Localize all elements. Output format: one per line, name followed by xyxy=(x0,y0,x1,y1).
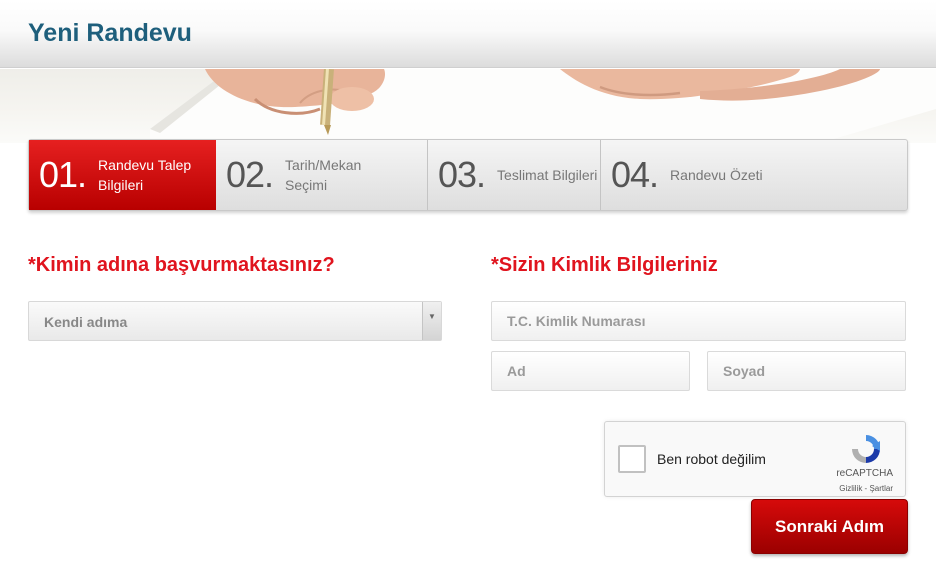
tc-number-input[interactable] xyxy=(491,301,906,341)
step-2[interactable]: 02. Tarih/Mekan Seçimi xyxy=(216,140,428,210)
applicant-heading: *Kimin adına başvurmaktasınız? xyxy=(28,254,335,276)
recaptcha-icon xyxy=(852,435,880,463)
step-3[interactable]: 03. Teslimat Bilgileri xyxy=(428,140,601,210)
step-number: 01. xyxy=(39,154,87,195)
captcha-label: Ben robot değilim xyxy=(657,451,766,467)
captcha-terms-link[interactable]: Gizlilik - Şartlar xyxy=(839,484,893,493)
hero-banner xyxy=(0,69,936,143)
step-label: Teslimat Bilgileri xyxy=(497,167,598,183)
hero-image xyxy=(150,69,936,143)
captcha-brand: reCAPTCHA xyxy=(836,468,893,479)
identity-heading: *Sizin Kimlik Bilgileriniz xyxy=(491,254,718,276)
step-label: Randevu Talep Bilgileri xyxy=(98,157,192,193)
step-4[interactable]: 04. Randevu Özeti xyxy=(601,140,907,210)
page-title: Yeni Randevu xyxy=(28,19,192,47)
progress-steps: 01. Randevu Talep Bilgileri 02. Tarih/Me… xyxy=(28,139,908,211)
applicant-select[interactable]: Kendi adıma ▼ xyxy=(28,301,442,341)
recaptcha-widget: Ben robot değilim reCAPTCHA Gizlilik - Ş… xyxy=(604,421,906,497)
step-label: Randevu Özeti xyxy=(670,167,763,183)
next-step-button[interactable]: Sonraki Adım xyxy=(751,499,908,554)
step-1[interactable]: 01. Randevu Talep Bilgileri xyxy=(29,140,216,210)
applicant-select-value: Kendi adıma xyxy=(44,314,128,330)
step-number: 03. xyxy=(438,154,486,195)
first-name-input[interactable] xyxy=(491,351,690,391)
captcha-checkbox[interactable] xyxy=(618,445,646,473)
chevron-down-icon[interactable]: ▼ xyxy=(422,302,441,340)
last-name-input[interactable] xyxy=(707,351,906,391)
step-number: 04. xyxy=(611,154,659,195)
step-label: Tarih/Mekan Seçimi xyxy=(285,157,362,193)
step-number: 02. xyxy=(226,154,274,195)
header-bar: Yeni Randevu xyxy=(0,0,936,68)
